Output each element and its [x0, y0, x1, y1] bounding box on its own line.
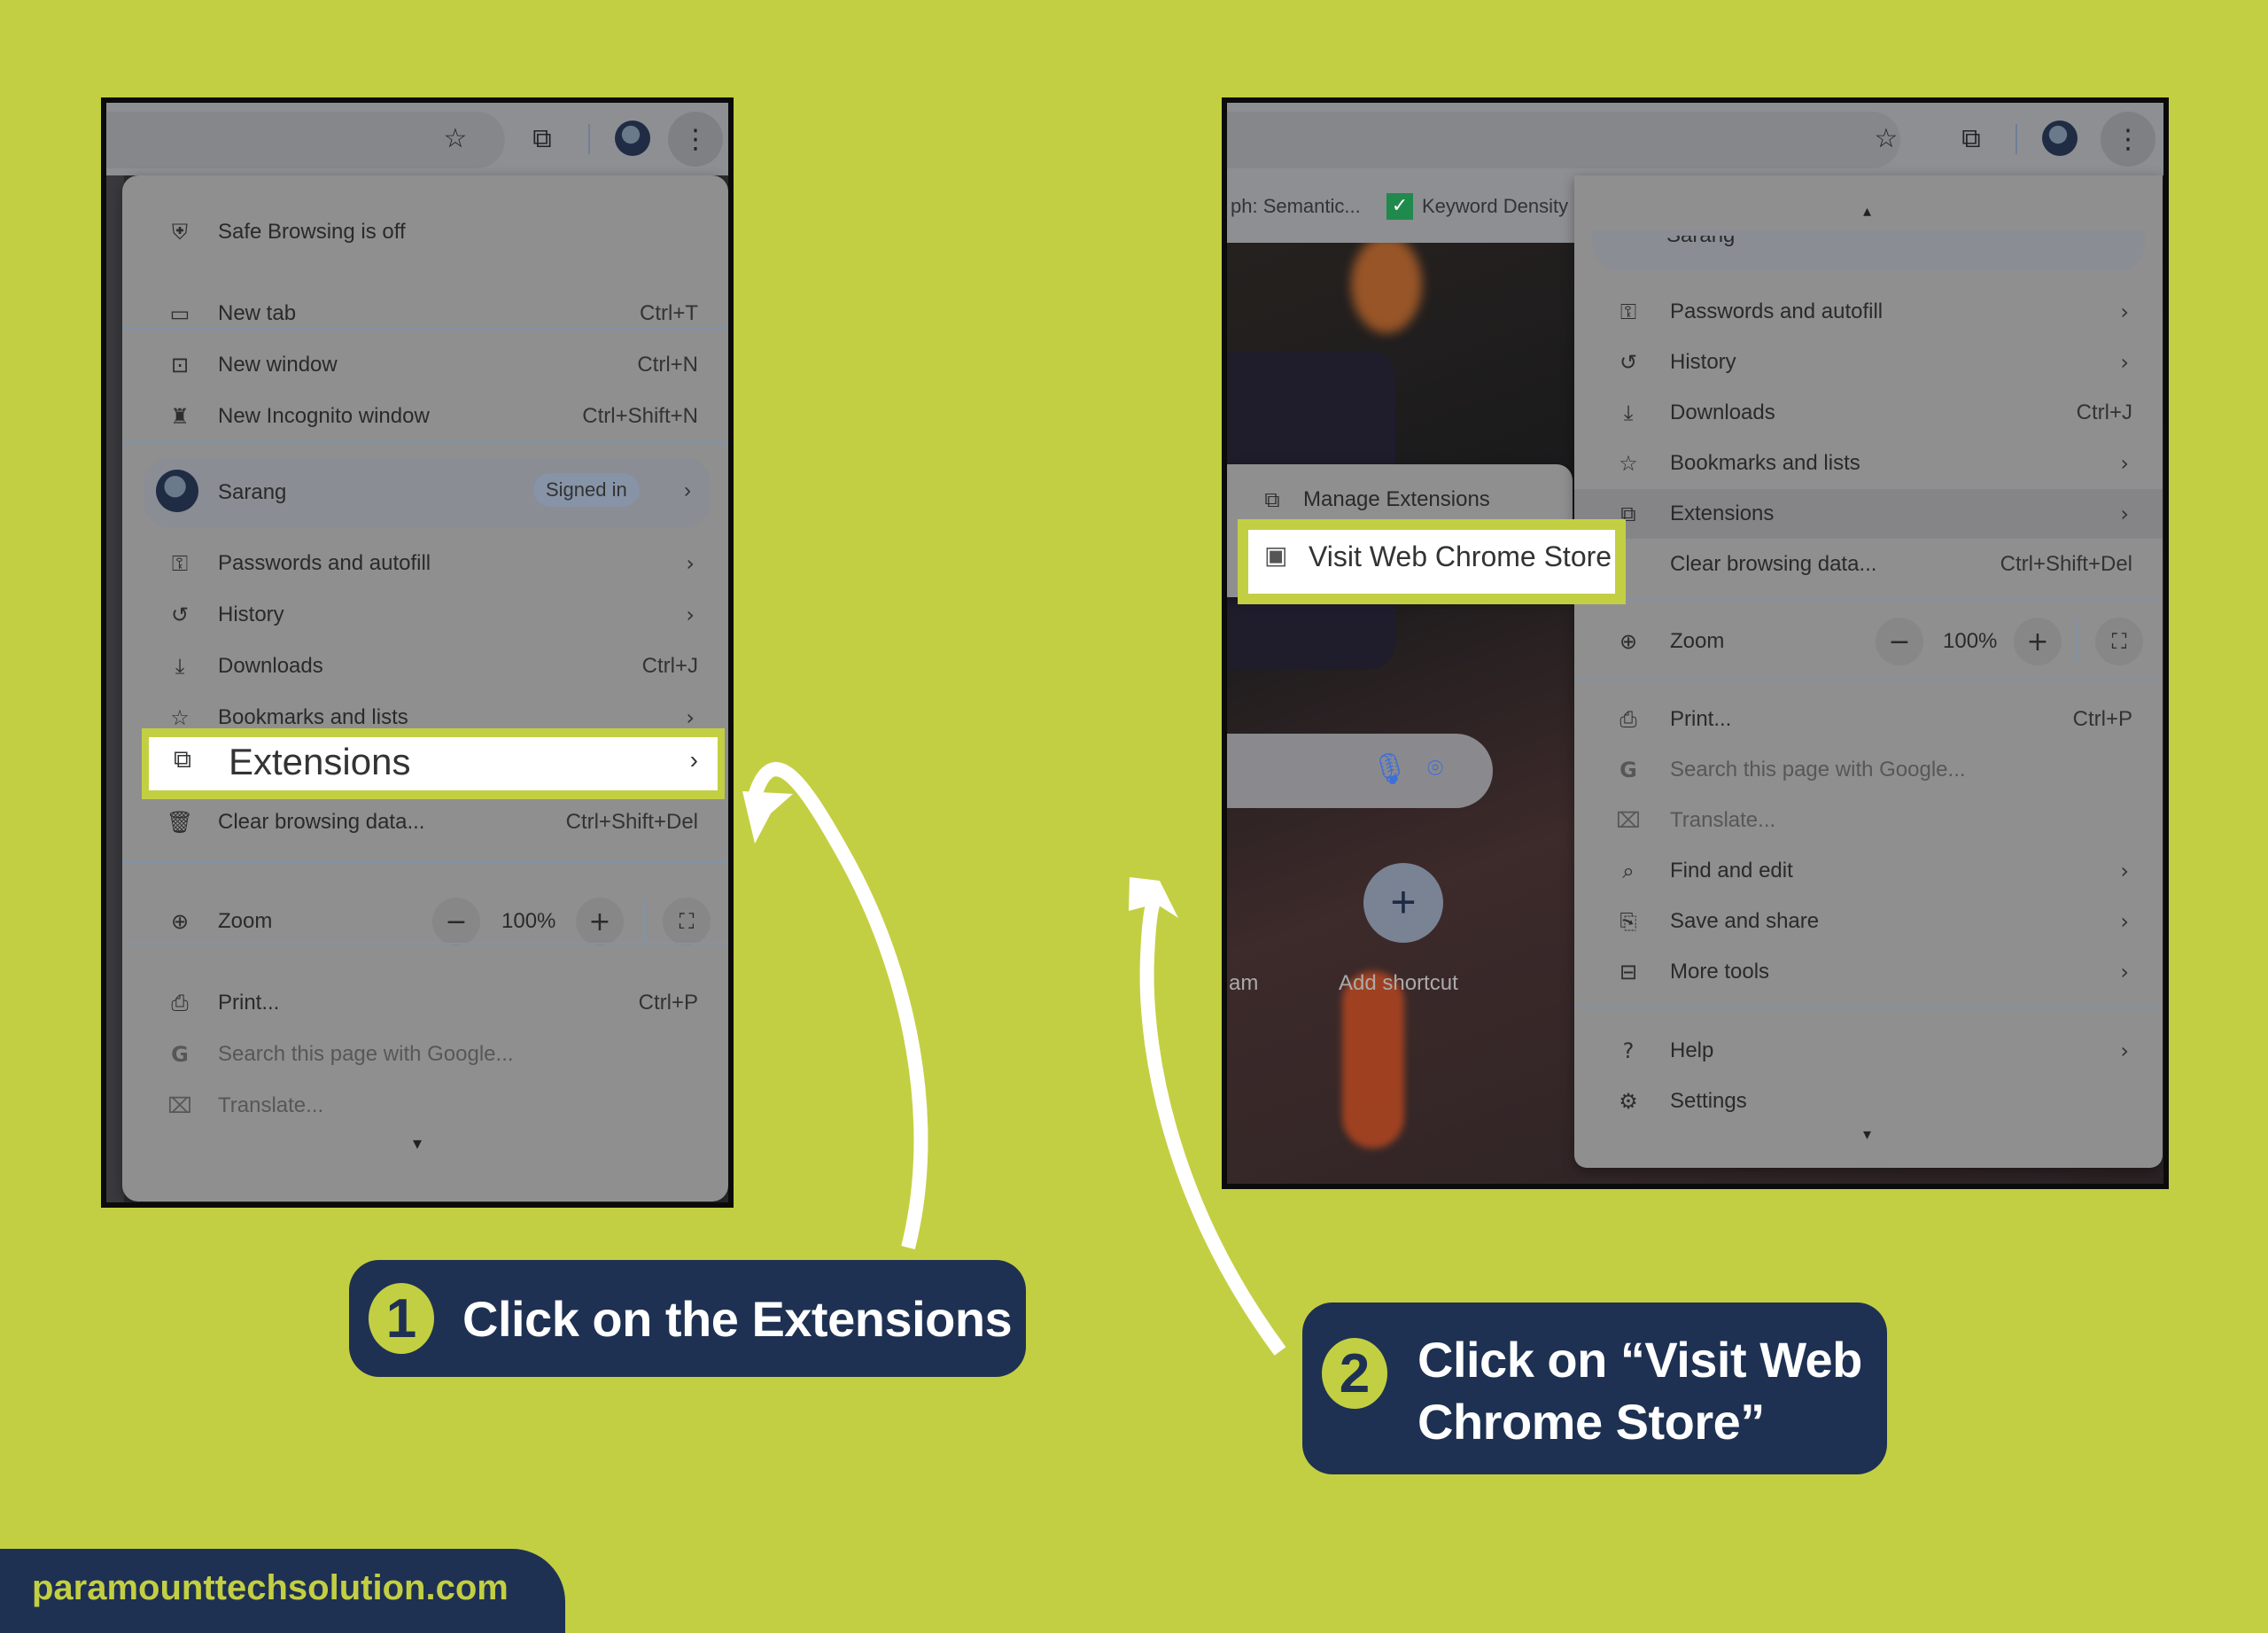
step-2-number: 2	[1322, 1338, 1387, 1409]
website-link[interactable]: paramounttechsolution.com	[32, 1568, 509, 1608]
arrow-to-extensions	[742, 762, 928, 1249]
step-2-text-line2: Chrome Store”	[1418, 1394, 1765, 1450]
arrows-layer	[742, 762, 1286, 1356]
step-1-callout: 1 Click on the Extensions	[349, 1260, 1026, 1377]
step-1-text: Click on the Extensions	[462, 1291, 1013, 1347]
step-2-callout: 2 Click on “Visit Web Chrome Store”	[1302, 1303, 1887, 1474]
step-1-number: 1	[369, 1283, 434, 1354]
step-2-text-line1: Click on “Visit Web	[1418, 1332, 1862, 1388]
footer-brand: paramounttechsolution.com	[0, 1549, 565, 1633]
arrow-to-visit-store	[1129, 877, 1286, 1356]
